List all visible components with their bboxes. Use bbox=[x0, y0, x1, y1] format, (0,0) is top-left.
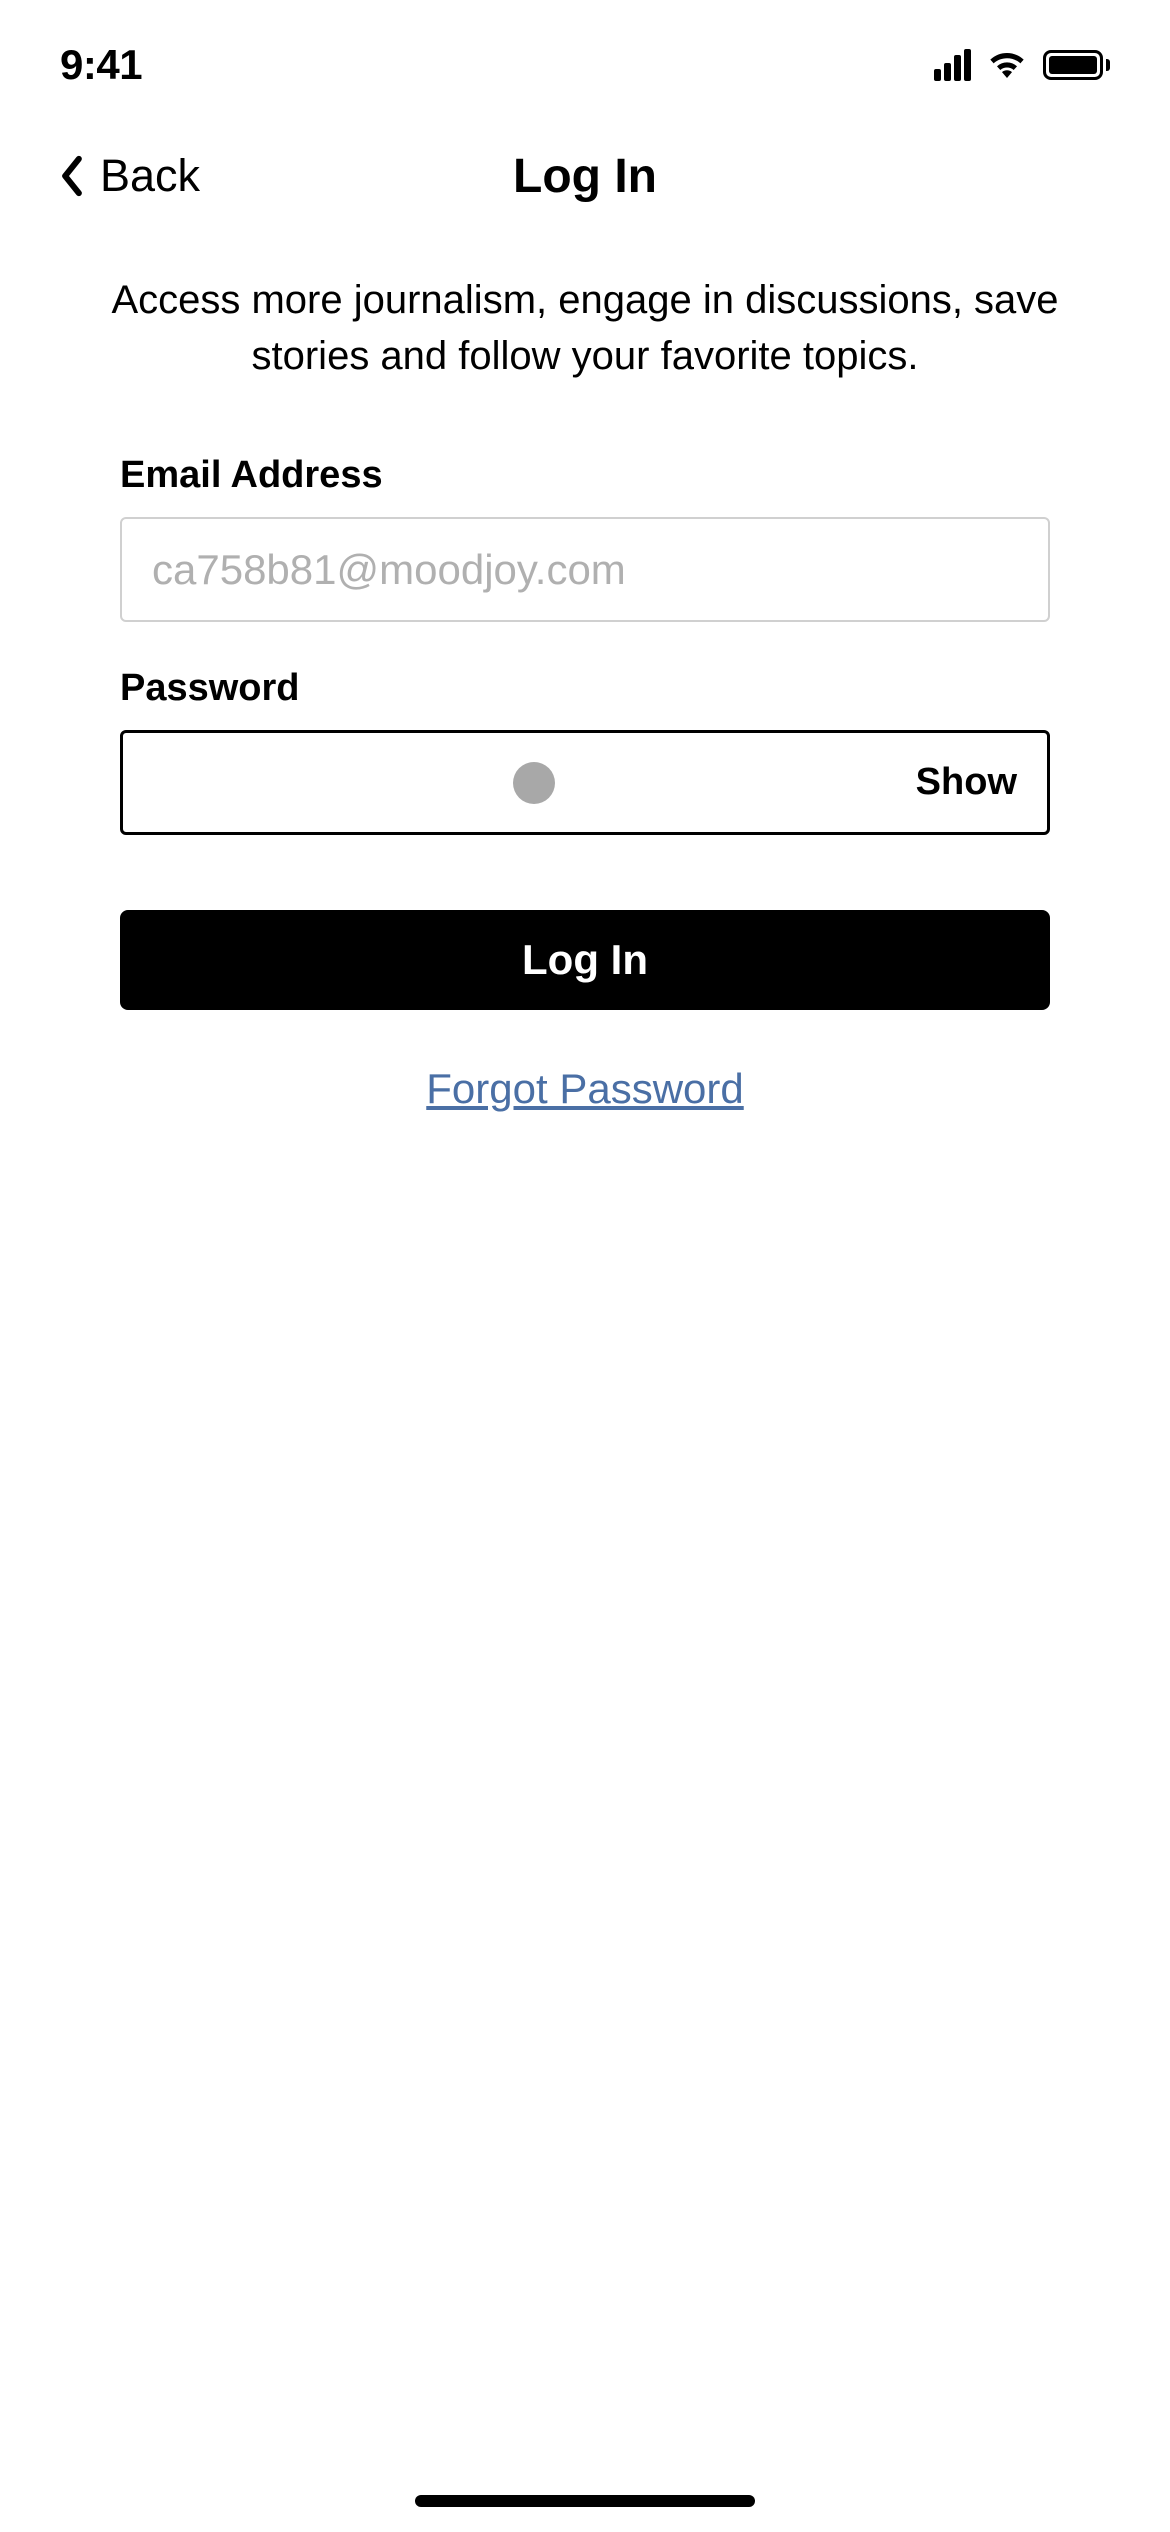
password-label: Password bbox=[120, 667, 1050, 710]
email-label: Email Address bbox=[120, 454, 1050, 497]
cellular-signal-icon bbox=[934, 49, 971, 81]
back-button[interactable]: Back bbox=[60, 150, 200, 202]
status-icons bbox=[934, 48, 1110, 83]
show-password-button[interactable]: Show bbox=[916, 761, 1017, 804]
back-label: Back bbox=[100, 150, 200, 202]
status-bar: 9:41 bbox=[0, 0, 1170, 110]
status-time: 9:41 bbox=[60, 41, 142, 89]
home-indicator[interactable] bbox=[415, 2495, 755, 2507]
page-subtitle: Access more journalism, engage in discus… bbox=[0, 232, 1170, 454]
battery-icon bbox=[1043, 50, 1110, 80]
email-group: Email Address bbox=[120, 454, 1050, 622]
password-masked-value bbox=[153, 762, 916, 804]
page-title: Log In bbox=[513, 149, 657, 204]
forgot-password-link[interactable]: Forgot Password bbox=[120, 1065, 1050, 1113]
wifi-icon bbox=[987, 48, 1027, 83]
chevron-left-icon bbox=[60, 154, 84, 198]
password-field[interactable]: Show bbox=[120, 730, 1050, 835]
password-group: Password Show bbox=[120, 667, 1050, 835]
navigation-bar: Back Log In bbox=[0, 110, 1170, 232]
login-form: Email Address Password Show Log In Forgo… bbox=[0, 454, 1170, 1113]
email-field[interactable] bbox=[120, 517, 1050, 622]
login-button[interactable]: Log In bbox=[120, 910, 1050, 1010]
